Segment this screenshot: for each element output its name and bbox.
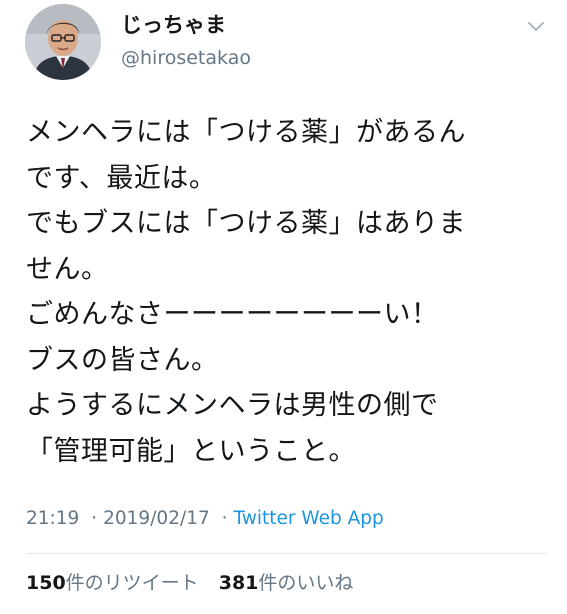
- tweet-text-line: です、最近は。: [26, 162, 217, 194]
- likes-count: 381: [218, 572, 259, 594]
- tweet-meta: 21:19 · 2019/02/17 · Twitter Web App: [26, 507, 384, 531]
- avatar-photo-icon: [25, 4, 101, 80]
- tweet-stats: 150件のリツイート 381件のいいね: [26, 570, 367, 596]
- meta-separator: ·: [91, 508, 98, 529]
- chevron-down-icon[interactable]: [526, 18, 546, 32]
- tweet-text-line: ようするにメンヘラは男性の側で: [26, 390, 439, 421]
- retweets-label: 件のリツイート: [65, 572, 199, 594]
- tweet-text-line: メンヘラには「つける薬」があるん: [26, 117, 466, 148]
- retweets-count: 150: [26, 572, 66, 594]
- avatar[interactable]: [25, 4, 101, 80]
- retweets-stat[interactable]: 150件のリツイート: [26, 572, 199, 594]
- user-handle[interactable]: @hirosetakao: [121, 46, 251, 70]
- meta-separator: ·: [221, 508, 228, 529]
- divider: [26, 553, 546, 554]
- tweet-text-line: でもブスには「つける薬」はありま: [26, 208, 466, 239]
- tweet-text-line: ブスの皆さん。: [26, 344, 219, 376]
- tweet-text-line: ごめんなさーーーーーーーーい！: [26, 299, 439, 330]
- likes-label: 件のいいね: [258, 572, 354, 594]
- tweet-card: じっちゃま @hirosetakao メンヘラには「つける薬」があるん です、最…: [0, 0, 567, 614]
- likes-stat[interactable]: 381件のいいね: [219, 572, 354, 594]
- display-name[interactable]: じっちゃま: [121, 12, 226, 38]
- tweet-source-link[interactable]: Twitter Web App: [234, 508, 384, 529]
- tweet-text: メンヘラには「つける薬」があるん です、最近は。 でもブスには「つける薬」はあり…: [26, 110, 546, 474]
- tweet-text-line: 「管理可能」ということ。: [26, 435, 356, 467]
- tweet-text-line: せん。: [26, 253, 109, 285]
- tweet-time[interactable]: 21:19: [26, 508, 79, 529]
- tweet-date[interactable]: 2019/02/17: [103, 508, 210, 529]
